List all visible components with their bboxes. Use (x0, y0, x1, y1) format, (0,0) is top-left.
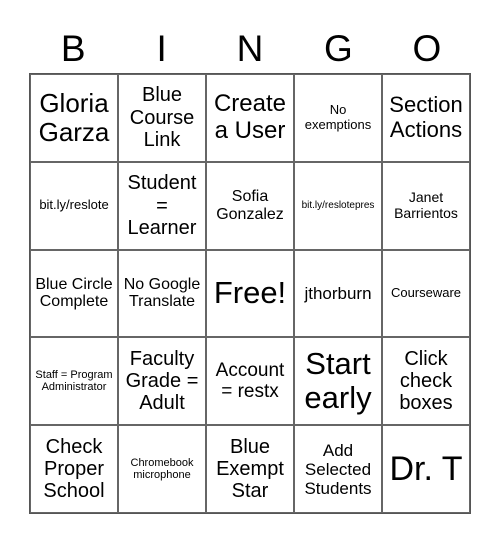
bingo-cell[interactable]: Dr. T (382, 425, 470, 513)
bingo-cell[interactable]: Blue Course Link (118, 74, 206, 162)
bingo-cell[interactable]: Add Selected Students (294, 425, 382, 513)
header-letter-n: N (236, 28, 264, 69)
bingo-cell[interactable]: Courseware (382, 249, 470, 338)
bingo-cell[interactable]: bit.ly/reslote (30, 161, 118, 250)
bingo-cell[interactable]: Blue Circle Complete (30, 249, 118, 338)
bingo-cell[interactable]: Click check boxes (382, 337, 470, 426)
bingo-cell[interactable]: Faculty Grade = Adult (118, 337, 206, 426)
bingo-card-grid: Gloria Garza Blue Course Link Create a Use… (29, 73, 471, 514)
bingo-header: B I N G O (29, 24, 471, 74)
bingo-cell[interactable]: Section Actions (382, 74, 470, 162)
bingo-cell[interactable]: Janet Barrientos (382, 161, 470, 250)
bingo-cell[interactable]: jthorburn (294, 249, 382, 338)
bingo-cell[interactable]: Check Proper School (30, 425, 118, 513)
bingo-cell[interactable]: Account = restx (206, 337, 294, 426)
bingo-cell[interactable]: Chromebook microphone (118, 425, 206, 513)
header-letter-o: O (412, 28, 442, 69)
bingo-cell[interactable]: bit.ly/reslotepres (294, 161, 382, 250)
bingo-cell[interactable]: Blue Exempt Star (206, 425, 294, 513)
header-letter-i: I (156, 28, 167, 69)
bingo-cell[interactable]: No Google Translate (118, 249, 206, 338)
header-letter-b: B (60, 28, 86, 69)
bingo-cell[interactable]: Free! (206, 249, 294, 338)
bingo-cell[interactable]: Student = Learner (118, 161, 206, 250)
bingo-cell[interactable]: Start early (294, 337, 382, 426)
header-letter-g: G (324, 28, 353, 69)
bingo-cell[interactable]: No exemptions (294, 74, 382, 162)
bingo-cell[interactable]: Create a User (206, 74, 294, 162)
bingo-cell[interactable]: Sofia Gonzalez (206, 161, 294, 250)
bingo-cell[interactable]: Staff = Program Administrator (30, 337, 118, 426)
bingo-cell[interactable]: Gloria Garza (30, 74, 118, 162)
